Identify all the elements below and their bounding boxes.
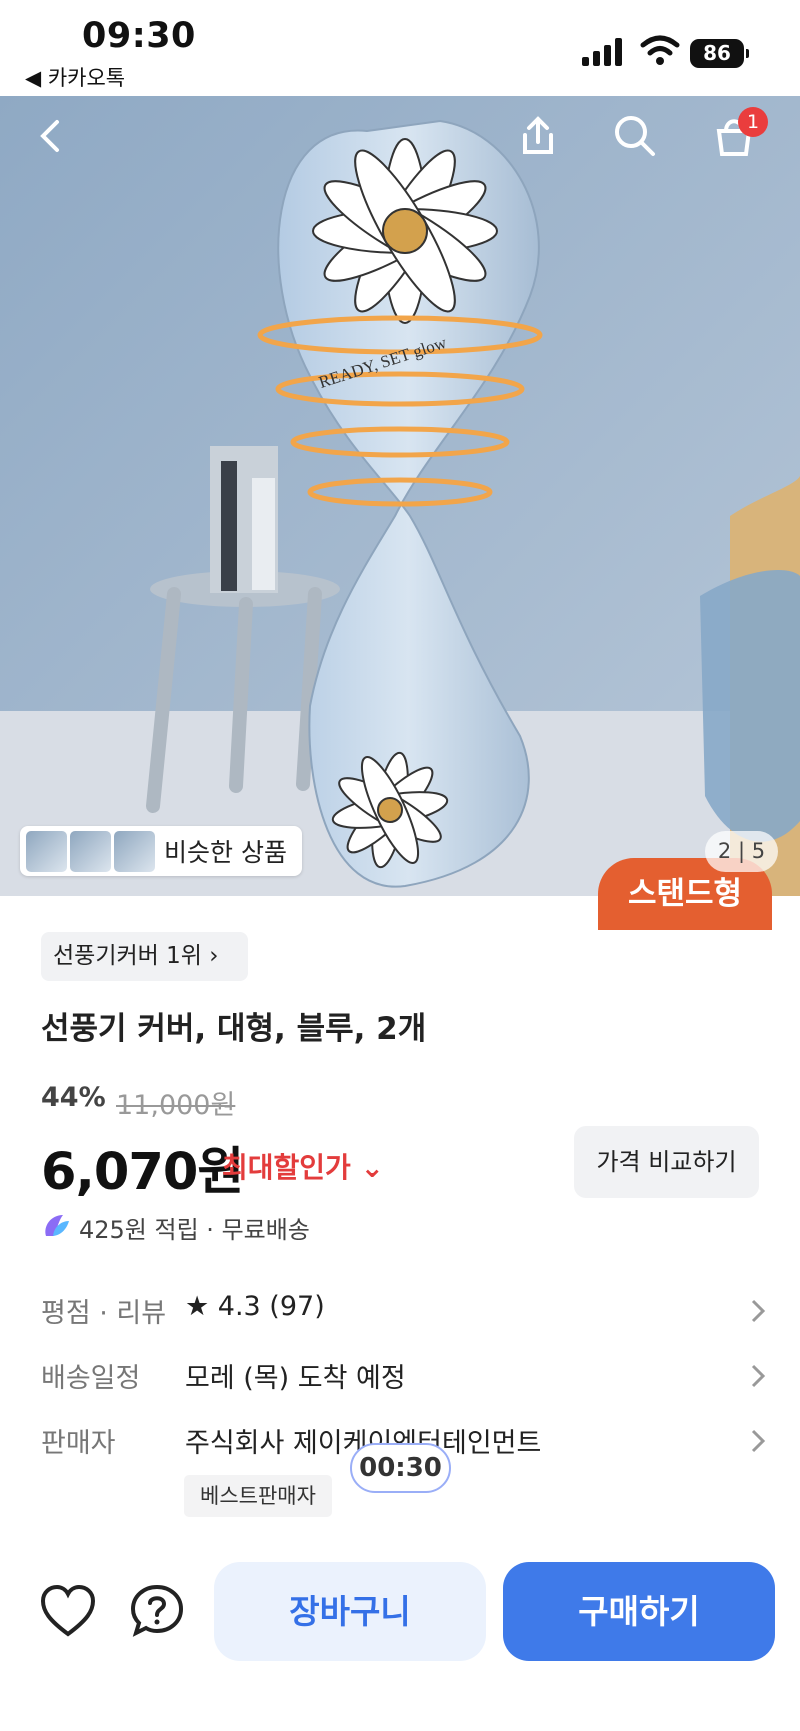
heart-icon[interactable]	[39, 1582, 97, 1640]
reward-shipping-info: 425원 적립 · 무료배송	[79, 1216, 310, 1244]
rating-label: 평점 · 리뷰	[41, 1298, 167, 1329]
chevron-right-icon	[751, 1364, 766, 1388]
add-to-cart-button[interactable]: 장바구니	[214, 1562, 486, 1661]
product-image[interactable]: READY, SET glow	[0, 96, 800, 896]
reward-icon	[45, 1215, 69, 1236]
question-icon[interactable]	[128, 1582, 186, 1640]
timer-badge: 00:30	[350, 1443, 451, 1493]
rank-badge[interactable]: 선풍기커버 1위 ›	[41, 932, 248, 981]
product-title: 선풍기 커버, 대형, 블루, 2개	[41, 1011, 427, 1047]
similar-products-button[interactable]: 비슷한 상품	[20, 826, 302, 876]
compare-price-button[interactable]: 가격 비교하기	[574, 1126, 759, 1198]
share-icon	[523, 116, 553, 154]
max-discount-dropdown[interactable]: 최대할인가 ⌄	[222, 1146, 384, 1186]
sale-price: 6,070원	[41, 1143, 244, 1202]
best-seller-badge: 베스트판매자	[184, 1475, 332, 1517]
buy-now-button[interactable]: 구매하기	[503, 1562, 775, 1661]
delivery-label: 배송일정	[41, 1363, 141, 1394]
similar-thumbnail	[70, 830, 111, 872]
signal-icon	[582, 38, 624, 66]
product-photo: READY, SET glow	[0, 96, 800, 896]
status-bar: 09:30 ◀ 카카오톡 86	[0, 0, 800, 96]
seller-label: 판매자	[41, 1428, 116, 1459]
chevron-right-icon	[751, 1299, 766, 1323]
similar-thumbnail	[26, 830, 67, 872]
similar-thumbnail	[114, 830, 155, 872]
back-button[interactable]	[20, 105, 82, 167]
rating-value: ★ 4.3 (97)	[185, 1291, 325, 1322]
image-counter: 2 | 5	[705, 831, 778, 872]
cart-count-badge: 1	[738, 107, 768, 137]
original-price: 11,000원	[116, 1090, 236, 1121]
battery-indicator: 86	[690, 39, 749, 68]
search-button[interactable]	[604, 105, 666, 167]
back-arrow-icon	[40, 120, 59, 152]
discount-rate: 44%	[41, 1082, 106, 1113]
delivery-row[interactable]: 배송일정 모레 (목) 도착 예정	[41, 1356, 771, 1402]
status-time: 09:30	[82, 16, 196, 56]
delivery-value: 모레 (목) 도착 예정	[185, 1363, 406, 1394]
search-icon	[615, 116, 655, 156]
chevron-right-icon	[751, 1429, 766, 1453]
similar-products-label: 비슷한 상품	[164, 838, 287, 867]
rating-row[interactable]: 평점 · 리뷰 ★ 4.3 (97)	[41, 1291, 771, 1337]
wifi-icon	[640, 35, 680, 65]
back-to-app-link[interactable]: ◀ 카카오톡	[25, 62, 125, 92]
share-button[interactable]	[507, 105, 569, 167]
